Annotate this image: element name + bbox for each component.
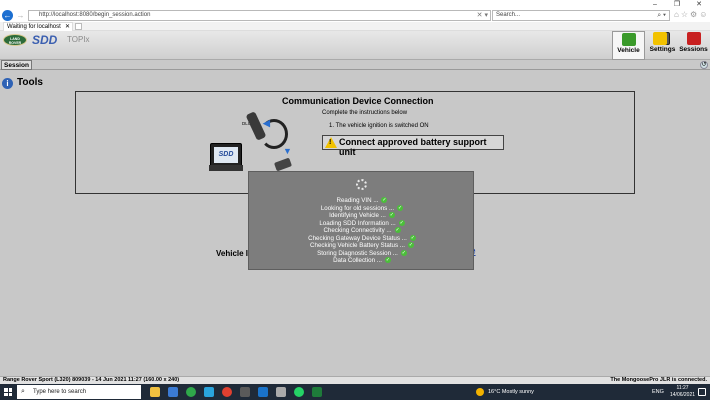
progress-item: Checking Vehicle Battery Status ... ✓ — [310, 242, 414, 249]
land-rover-logo: LAND ROVER — [3, 34, 27, 46]
arrow-left-icon: ◀ — [263, 118, 270, 128]
search-icon: ⌕ — [21, 388, 25, 395]
taskbar-search-placeholder: Type here to search — [33, 389, 87, 395]
browser-tab[interactable]: Waiting for localhost ✕ — [3, 22, 73, 31]
app-icon[interactable] — [168, 387, 178, 397]
back-arrow-icon: ← — [3, 11, 12, 20]
session-bar: Session ↺ — [0, 60, 710, 70]
search-input[interactable]: Search... ⌕ ▾ — [492, 10, 670, 21]
minimize-button[interactable]: – — [644, 0, 666, 9]
nav-sessions[interactable]: Sessions — [677, 31, 710, 60]
comm-subtitle: Complete the instructions below — [322, 110, 408, 116]
check-icon: ✓ — [400, 249, 407, 256]
file-explorer-icon[interactable] — [150, 387, 160, 397]
extras-icon — [652, 32, 667, 45]
check-icon: ✓ — [388, 212, 395, 219]
progress-dialog: Reading VIN ... ✓ Looking for old session… — [248, 171, 474, 270]
check-icon: ✓ — [384, 257, 391, 264]
status-bar: Range Rover Sport (L320) 809039 - 14 Jun… — [0, 376, 710, 384]
close-window-button[interactable]: ✕ — [688, 0, 710, 9]
start-button-icon[interactable] — [4, 388, 12, 396]
session-action-icon[interactable]: ↺ — [700, 61, 708, 69]
restore-button[interactable]: ❐ — [666, 0, 688, 9]
toolbar-icons[interactable]: ⌂☆⚙☺ — [674, 10, 709, 19]
sessions-icon — [686, 32, 701, 45]
topix-label[interactable]: TOPIx — [67, 35, 90, 44]
comm-step-1: 1. The vehicle ignition is switched ON — [329, 123, 429, 129]
progress-item: Loading SDD Information ... ✓ — [319, 219, 405, 227]
back-button[interactable]: ← — [2, 10, 13, 21]
tab-close-icon[interactable]: ✕ — [65, 23, 70, 31]
progress-item: Identifying Vehicle ... ✓ — [329, 212, 395, 219]
window-titlebar: – ❐ ✕ — [0, 0, 710, 9]
progress-item: Storing Diagnostic Session ... ✓ — [317, 249, 407, 257]
warning-text: Connect approved battery support unit — [339, 137, 487, 157]
laptop-screen-label: SDD — [214, 147, 238, 163]
progress-item: Data Collection ... ✓ — [333, 257, 391, 264]
forward-arrow-icon: → — [16, 11, 25, 20]
address-row: ← → http://localhost:8080/begin_session.… — [0, 9, 710, 22]
progress-item: Looking for old sessions ... ✓ — [320, 204, 404, 212]
nav-extras[interactable] — [652, 31, 667, 60]
sdd-logo: SDD — [32, 33, 58, 47]
check-icon: ✓ — [394, 227, 401, 234]
check-icon: ✓ — [397, 204, 404, 211]
smiley-icon[interactable]: ☺ — [699, 10, 709, 19]
app-icon[interactable] — [276, 387, 286, 397]
address-text: http://localhost:8080/begin_session.acti… — [39, 12, 151, 18]
stop-icon[interactable]: ✕ ▾ — [477, 11, 488, 20]
loading-spinner-icon — [356, 179, 367, 190]
progress-item: Checking Connectivity ... ✓ — [323, 227, 401, 234]
nav-vehicle-label: Vehicle — [617, 47, 640, 54]
notification-icon[interactable] — [698, 388, 706, 396]
check-icon: ✓ — [407, 242, 414, 249]
excel-icon[interactable] — [312, 387, 322, 397]
nav-vehicle[interactable]: Vehicle — [612, 31, 645, 60]
gear-icon[interactable]: ⚙ — [690, 10, 699, 19]
info-icon: i — [2, 78, 13, 89]
progress-item: Reading VIN ... ✓ — [336, 197, 388, 204]
battery-warning: ! Connect approved battery support unit — [322, 135, 504, 157]
obd-plug-illustration — [273, 157, 293, 172]
warning-icon: ! — [325, 137, 337, 148]
connection-status-text: The MongoosePro JLR is connected. — [610, 377, 707, 383]
address-bar[interactable]: http://localhost:8080/begin_session.acti… — [28, 10, 491, 21]
whatsapp-icon[interactable] — [294, 387, 304, 397]
nav-sessions-label: Sessions — [679, 46, 708, 53]
language-indicator[interactable]: ENG — [652, 384, 664, 400]
taskbar-search-input[interactable]: ⌕ Type here to search — [17, 385, 141, 399]
app-icon[interactable] — [204, 387, 214, 397]
section-title: Tools — [17, 77, 43, 88]
new-tab-button[interactable] — [75, 23, 82, 30]
check-icon: ✓ — [398, 219, 405, 226]
favorites-icon[interactable]: ☆ — [681, 10, 690, 19]
tab-title: Waiting for localhost — [7, 24, 61, 30]
app-header: LAND ROVER SDD TOPIx Vehicle Settings Se… — [0, 31, 710, 60]
arrow-down-icon: ▼ — [283, 146, 292, 156]
laptop-illustration: SDD — [209, 143, 243, 171]
app-icon[interactable] — [240, 387, 250, 397]
vehicle-status-text: Range Rover Sport (L320) 809039 - 14 Jun… — [3, 377, 180, 383]
session-tab[interactable]: Session — [1, 60, 32, 70]
windows-taskbar: ⌕ Type here to search 16°C Mostly sunny … — [0, 384, 710, 400]
progress-item: Checking Gateway Device Status ... ✓ — [308, 234, 416, 242]
comm-title: Communication Device Connection — [282, 96, 434, 106]
weather-icon[interactable] — [476, 388, 484, 396]
clock-date: 14/06/2021 — [670, 391, 696, 398]
internet-explorer-icon[interactable] — [258, 387, 268, 397]
search-icon[interactable]: ⌕ ▾ — [657, 11, 666, 20]
forward-button[interactable]: → — [15, 10, 26, 21]
search-placeholder: Search... — [496, 12, 521, 18]
vehicle-wrench-icon — [621, 33, 636, 46]
clock[interactable]: 11:27 14/06/2021 — [670, 385, 695, 398]
check-icon: ✓ — [409, 234, 416, 241]
chrome-icon[interactable] — [222, 387, 232, 397]
tab-row: Waiting for localhost ✕ — [0, 22, 710, 31]
check-icon: ✓ — [381, 197, 388, 204]
weather-text[interactable]: 16°C Mostly sunny — [488, 384, 534, 400]
home-icon[interactable]: ⌂ — [674, 10, 681, 19]
app-icon[interactable] — [186, 387, 196, 397]
